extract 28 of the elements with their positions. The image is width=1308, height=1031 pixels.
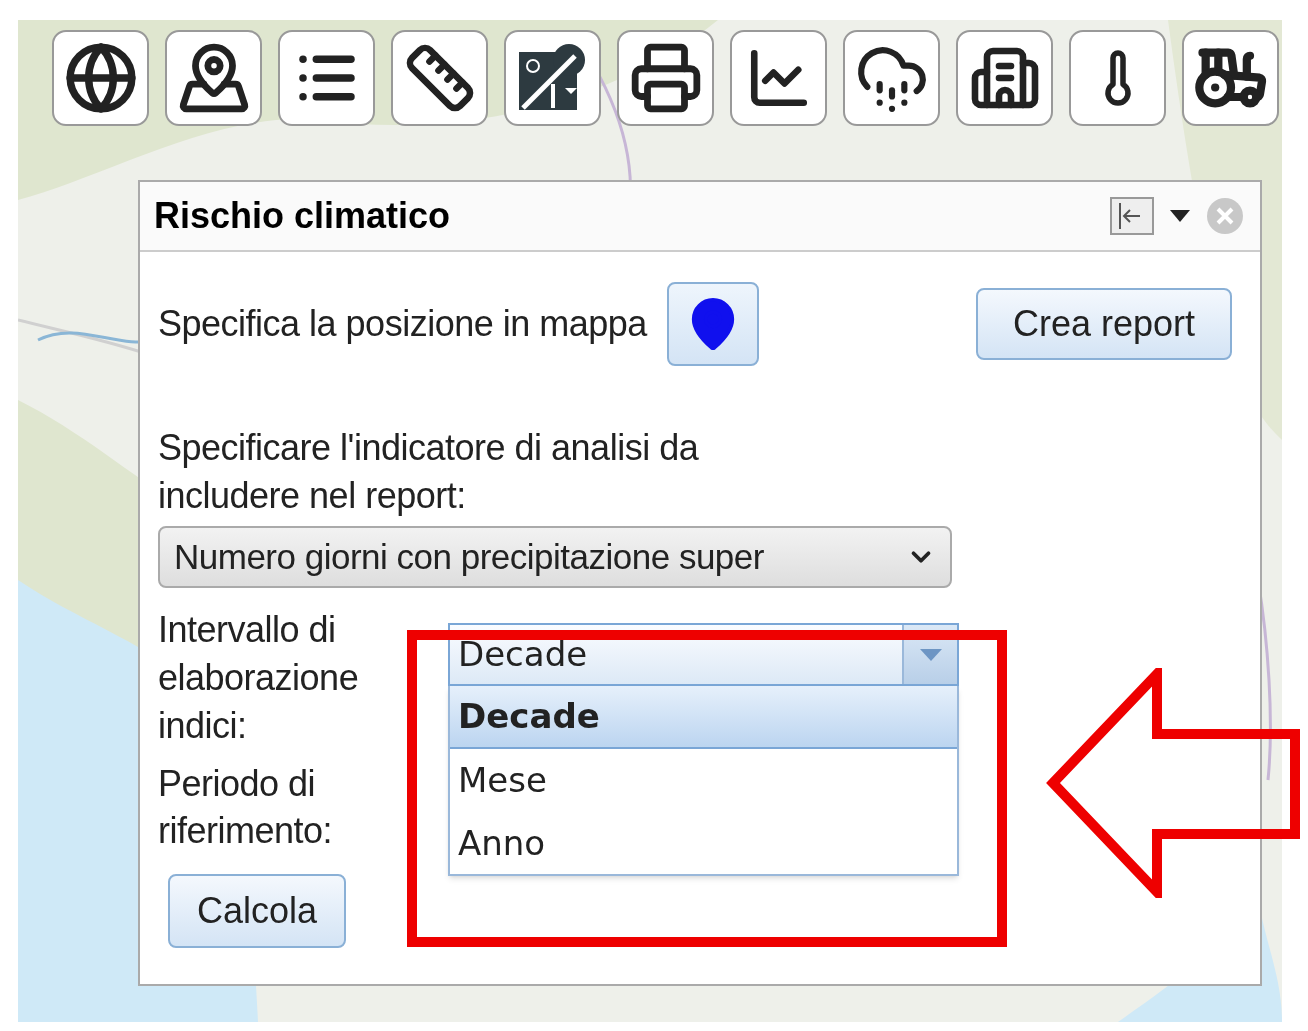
buildings-button[interactable]: [956, 30, 1053, 126]
chart-button[interactable]: [730, 30, 827, 126]
location-label: Specifica la posizione in mappa: [158, 302, 647, 346]
measure-button[interactable]: [391, 30, 488, 126]
print-button[interactable]: [617, 30, 714, 126]
dropdown-option[interactable]: Mese: [450, 749, 957, 812]
period-label: Periodo di riferimento:: [158, 762, 334, 853]
interval-label: Intervallo di elaborazione indici:: [158, 608, 360, 748]
weather-button[interactable]: [843, 30, 940, 126]
agriculture-button[interactable]: [1182, 30, 1279, 126]
layers-button[interactable]: [504, 30, 601, 126]
indicator-select[interactable]: Numero giorni con precipitazione super: [158, 526, 952, 588]
calculate-button[interactable]: Calcola: [168, 874, 346, 948]
caret-icon[interactable]: [1170, 210, 1190, 222]
globe-icon: [63, 41, 138, 115]
dropdown-option[interactable]: Decade: [450, 686, 957, 749]
create-report-button[interactable]: Crea report: [976, 288, 1232, 360]
basemap-button[interactable]: [52, 30, 149, 126]
legend-button[interactable]: [278, 30, 375, 126]
dock-icon[interactable]: [1110, 197, 1154, 235]
temperature-button[interactable]: [1069, 30, 1166, 126]
dropdown-arrow-icon: [919, 648, 942, 661]
map-button[interactable]: [165, 30, 262, 126]
indicator-label: Specificare l'indicatore di analisi da includere nel report:: [158, 426, 700, 518]
dropdown-option[interactable]: Anno: [450, 812, 957, 875]
dialog-title: Rischio climatico: [154, 194, 451, 238]
arrow-icon: [1045, 668, 1301, 898]
pick-location-button[interactable]: [666, 282, 759, 366]
